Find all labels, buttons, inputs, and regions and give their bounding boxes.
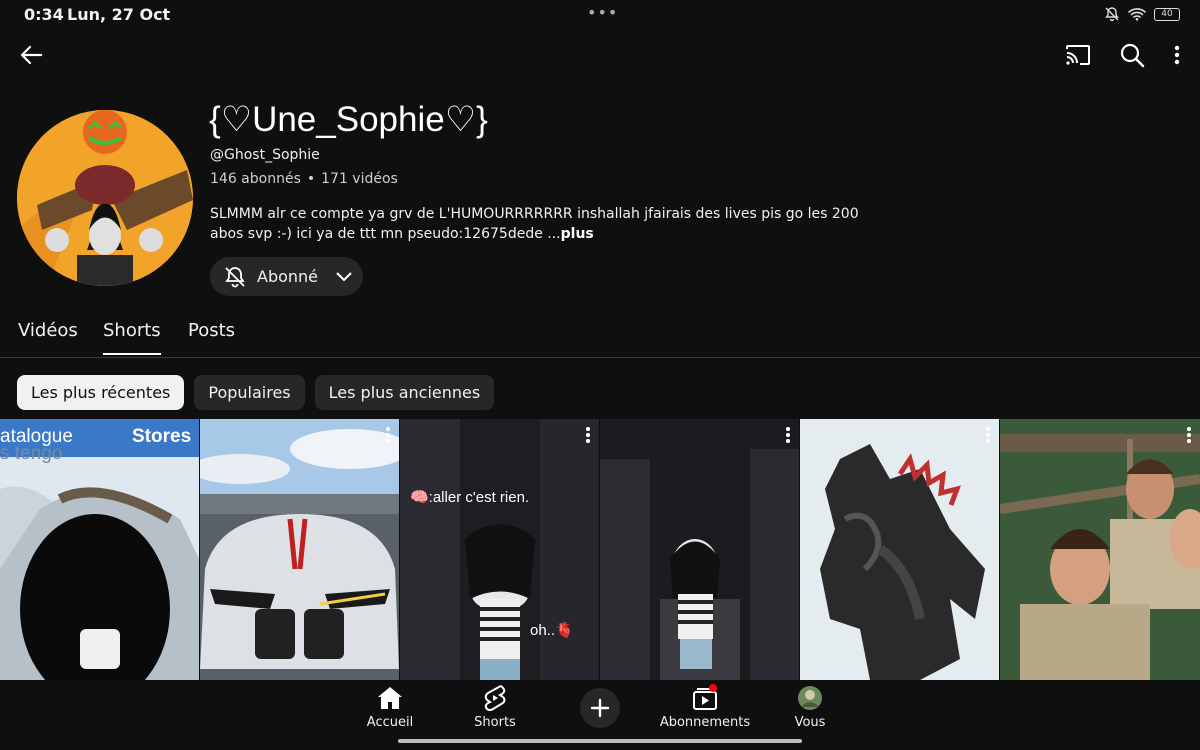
plus-icon <box>590 698 610 718</box>
nav-shorts[interactable]: Shorts <box>445 684 545 730</box>
chip-oldest[interactable]: Les plus anciennes <box>314 375 495 410</box>
more-vert-icon[interactable] <box>985 427 991 443</box>
short-overlay-text: Stores <box>132 426 192 447</box>
search-icon[interactable] <box>1118 40 1146 70</box>
status-time: 0:34 <box>24 5 64 24</box>
short-overlay-text: 🧠:aller c'est rien. <box>410 489 530 506</box>
short-thumbnail[interactable] <box>1000 419 1200 680</box>
description-text: SLMMM alr ce compte ya grv de L'HUMOURRR… <box>210 206 859 242</box>
more-vert-icon[interactable] <box>785 427 791 443</box>
more-vert-icon[interactable] <box>385 427 391 443</box>
video-count: 171 vidéos <box>321 171 398 187</box>
tab-videos[interactable]: Vidéos <box>18 320 78 353</box>
chip-most-recent[interactable]: Les plus récentes <box>17 375 185 410</box>
short-thumbnail[interactable] <box>200 419 399 680</box>
channel-stats: 146 abonnés • 171 vidéos <box>210 171 398 187</box>
subscriber-count: 146 abonnés <box>210 171 301 187</box>
nav-home[interactable]: Accueil <box>340 684 440 730</box>
channel-name: {♡Une_Sophie♡} <box>209 100 488 139</box>
short-overlay-text: oh..🫀 <box>530 622 574 639</box>
notification-dot <box>709 684 717 692</box>
channel-avatar[interactable] <box>17 110 193 286</box>
channel-tabs: Vidéos Shorts Posts <box>0 310 1200 358</box>
short-thumbnail[interactable]: 🧠:aller c'est rien. oh..🫀 <box>400 419 599 680</box>
back-arrow-icon[interactable] <box>16 40 46 70</box>
create-button[interactable] <box>580 688 620 728</box>
channel-description[interactable]: SLMMM alr ce compte ya grv de L'HUMOURRR… <box>210 204 890 244</box>
subscribed-label: Abonné <box>257 267 319 286</box>
cast-icon[interactable] <box>1064 40 1092 70</box>
nav-subscriptions[interactable]: Abonnements <box>655 684 755 730</box>
more-link[interactable]: plus <box>561 226 594 242</box>
tab-shorts[interactable]: Shorts <box>103 320 161 355</box>
status-bar: 0:34 Lun, 27 Oct ••• 40 <box>0 0 1200 30</box>
nav-you[interactable]: Vous <box>760 684 860 730</box>
short-overlay-text: s tengo <box>0 443 63 464</box>
short-thumbnail[interactable] <box>800 419 999 680</box>
nav-home-label: Accueil <box>366 715 414 730</box>
battery-icon: 40 <box>1154 7 1180 21</box>
bell-muted-icon <box>1105 7 1119 22</box>
status-date: Lun, 27 Oct <box>67 5 171 24</box>
account-avatar <box>798 686 822 710</box>
channel-handle: @Ghost_Sophie <box>210 147 320 163</box>
more-vert-icon[interactable] <box>585 427 591 443</box>
nav-you-label: Vous <box>794 715 826 730</box>
tab-posts[interactable]: Posts <box>188 320 235 353</box>
wifi-icon <box>1128 8 1146 21</box>
more-vert-icon[interactable] <box>1172 40 1182 70</box>
sort-chips: Les plus récentes Populaires Les plus an… <box>17 375 495 410</box>
home-indicator[interactable] <box>398 739 802 743</box>
shorts-grid: atalogue Stores s tengo 🧠:aller c'est ri… <box>0 419 1200 680</box>
home-icon <box>378 687 402 709</box>
short-thumbnail[interactable]: atalogue Stores s tengo <box>0 419 199 680</box>
nav-subscriptions-label: Abonnements <box>659 715 751 730</box>
shorts-icon <box>484 685 506 711</box>
bell-off-icon <box>225 266 245 287</box>
stats-separator: • <box>306 171 316 187</box>
short-thumbnail[interactable] <box>600 419 799 680</box>
nav-shorts-label: Shorts <box>474 715 516 730</box>
more-vert-icon[interactable] <box>1186 427 1192 443</box>
multitask-dots-icon[interactable]: ••• <box>587 3 618 22</box>
chip-popular[interactable]: Populaires <box>194 375 305 410</box>
subscribed-button[interactable]: Abonné <box>210 257 363 296</box>
chevron-down-icon <box>336 271 352 281</box>
